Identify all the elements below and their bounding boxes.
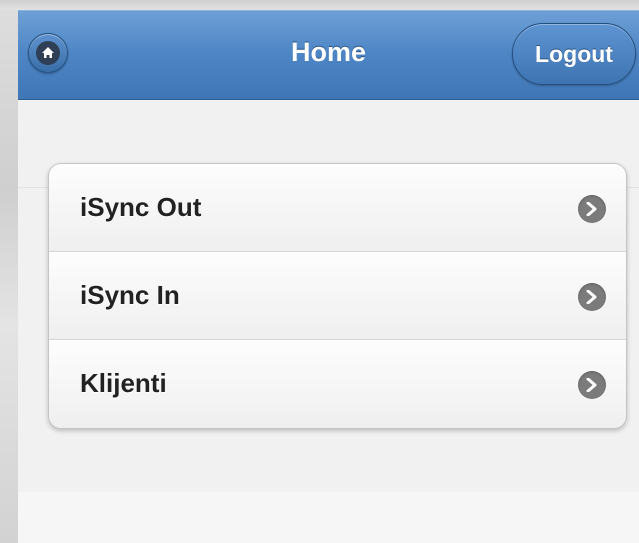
menu-list: iSync Out iSync In Klijenti xyxy=(48,163,627,429)
window-top-edge xyxy=(0,0,639,10)
chevron-right-icon xyxy=(578,283,606,311)
list-item-label: iSync Out xyxy=(80,192,202,222)
window-left-edge xyxy=(0,0,18,543)
home-icon xyxy=(36,41,60,65)
list-item-label: Klijenti xyxy=(80,368,167,398)
list-item-klijenti[interactable]: Klijenti xyxy=(49,340,626,428)
chevron-right-icon xyxy=(578,371,606,399)
app-page: Home Logout iSync Out iSync In Klijenti xyxy=(18,10,639,543)
list-item-isync-in[interactable]: iSync In xyxy=(49,252,626,340)
page-footer-area xyxy=(18,492,639,543)
chevron-right-icon xyxy=(578,195,606,223)
header-bar: Home Logout xyxy=(18,10,639,100)
logout-button[interactable]: Logout xyxy=(512,23,636,85)
home-button[interactable] xyxy=(28,33,68,73)
list-item-isync-out[interactable]: iSync Out xyxy=(49,164,626,252)
list-item-label: iSync In xyxy=(80,280,180,310)
